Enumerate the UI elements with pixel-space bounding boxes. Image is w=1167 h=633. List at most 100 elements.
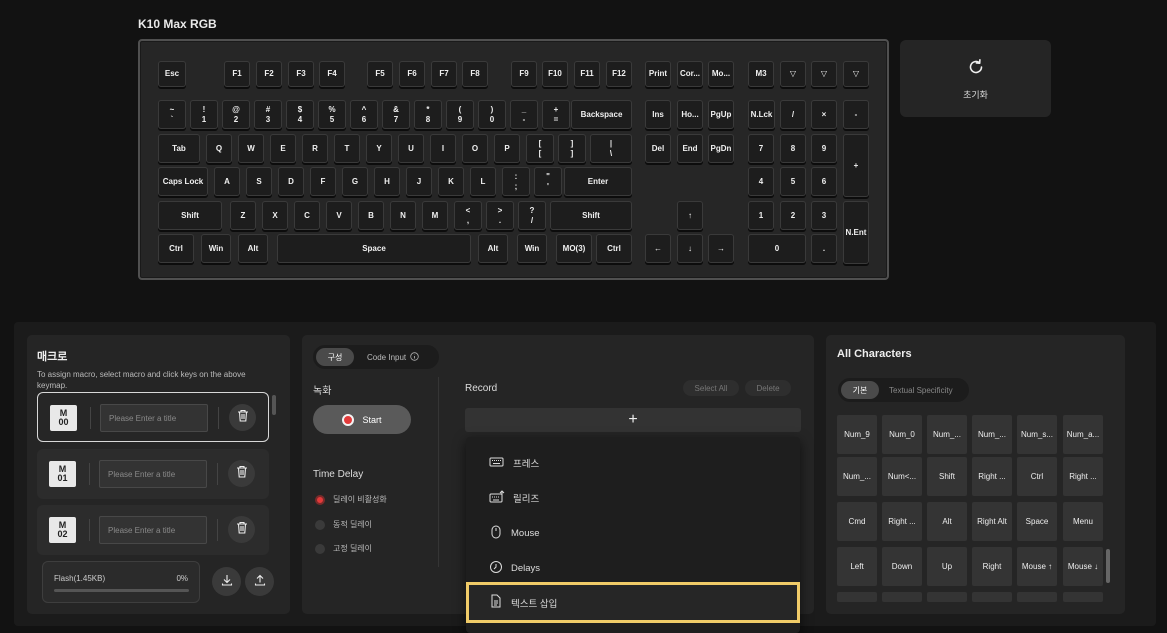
key[interactable]: ↑	[677, 201, 703, 230]
character-key[interactable]: Num_...	[927, 415, 967, 454]
key[interactable]: @ 2	[222, 100, 250, 129]
key[interactable]: T	[334, 134, 360, 163]
key[interactable]: L	[470, 167, 496, 196]
macro-slot-00[interactable]: M 00	[37, 392, 269, 442]
menu-item-mouse[interactable]: Mouse	[466, 516, 800, 550]
key[interactable]: % 5	[318, 100, 346, 129]
key[interactable]: Cor...	[677, 61, 703, 87]
key[interactable]: Del	[645, 134, 671, 163]
key[interactable]: I	[430, 134, 456, 163]
macro-slot-01[interactable]: M 01	[37, 449, 269, 499]
add-action-button[interactable]: +	[465, 408, 801, 432]
reset-button[interactable]: 초기화	[900, 40, 1051, 117]
character-key[interactable]: Num_...	[837, 457, 877, 496]
key[interactable]: Ins	[645, 100, 671, 129]
key[interactable]: 3	[811, 201, 837, 230]
character-key-partial[interactable]	[837, 592, 877, 602]
key[interactable]: ~ `	[158, 100, 186, 129]
key[interactable]: & 7	[382, 100, 410, 129]
key[interactable]: Tab	[158, 134, 200, 163]
start-record-button[interactable]: Start	[313, 405, 411, 434]
key[interactable]: Z	[230, 201, 256, 230]
key[interactable]: Ctrl	[596, 234, 632, 263]
key[interactable]: U	[398, 134, 424, 163]
character-key[interactable]: Num_0	[882, 415, 922, 454]
key[interactable]: _ -	[510, 100, 538, 129]
key[interactable]: ▽	[780, 61, 806, 87]
character-key[interactable]: Num_9	[837, 415, 877, 454]
key[interactable]: Shift	[550, 201, 632, 230]
key[interactable]: PgDn	[708, 134, 734, 163]
key[interactable]: 8	[780, 134, 806, 163]
key[interactable]: →	[708, 234, 734, 263]
macro-scrollbar[interactable]	[272, 395, 276, 415]
key[interactable]: F1	[224, 61, 250, 87]
key[interactable]: F3	[288, 61, 314, 87]
select-all-button[interactable]: Select All	[683, 380, 739, 396]
key[interactable]: ) 0	[478, 100, 506, 129]
character-key[interactable]: Cmd	[837, 502, 877, 541]
key[interactable]: Win	[517, 234, 547, 263]
character-key[interactable]: Mouse ↑	[1017, 547, 1057, 586]
macro-slot-02[interactable]: M 02	[37, 505, 269, 555]
delete-macro-button[interactable]	[229, 404, 256, 431]
key[interactable]: F11	[574, 61, 600, 87]
key[interactable]: Mo...	[708, 61, 734, 87]
character-key[interactable]: Right ...	[972, 457, 1012, 496]
key[interactable]: [ [	[526, 134, 554, 163]
key[interactable]: B	[358, 201, 384, 230]
key[interactable]: .	[811, 234, 837, 263]
key[interactable]: ( 9	[446, 100, 474, 129]
character-key[interactable]: Alt	[927, 502, 967, 541]
menu-item-delays[interactable]: Delays	[466, 551, 800, 585]
character-key[interactable]: Space	[1017, 502, 1057, 541]
character-key[interactable]: Menu	[1063, 502, 1103, 541]
key[interactable]: 2	[780, 201, 806, 230]
key[interactable]: + =	[542, 100, 570, 129]
key[interactable]: Alt	[478, 234, 508, 263]
key[interactable]: 0	[748, 234, 806, 263]
key[interactable]: F	[310, 167, 336, 196]
key[interactable]: ←	[645, 234, 671, 263]
key[interactable]: 7	[748, 134, 774, 163]
key[interactable]: G	[342, 167, 368, 196]
key[interactable]: Enter	[564, 167, 632, 196]
key[interactable]: ? /	[518, 201, 546, 230]
key[interactable]: N	[390, 201, 416, 230]
key[interactable]: W	[238, 134, 264, 163]
key[interactable]: D	[278, 167, 304, 196]
key[interactable]: 5	[780, 167, 806, 196]
key[interactable]: " '	[534, 167, 562, 196]
key[interactable]: $ 4	[286, 100, 314, 129]
key[interactable]: ↓	[677, 234, 703, 263]
key[interactable]: N.Lck	[748, 100, 775, 129]
key[interactable]: F2	[256, 61, 282, 87]
key[interactable]: > .	[486, 201, 514, 230]
key[interactable]: * 8	[414, 100, 442, 129]
key[interactable]: Win	[201, 234, 231, 263]
key[interactable]: Space	[277, 234, 471, 263]
key[interactable]: Caps Lock	[158, 167, 208, 196]
menu-item-release[interactable]: 릴리즈	[466, 481, 800, 515]
key[interactable]: ! 1	[190, 100, 218, 129]
key[interactable]: C	[294, 201, 320, 230]
key[interactable]: MO(3)	[556, 234, 592, 263]
tab-textual-specificity[interactable]: Textual Specificity	[889, 378, 953, 402]
key[interactable]: F10	[542, 61, 568, 87]
key[interactable]: K	[438, 167, 464, 196]
key[interactable]: PgUp	[708, 100, 734, 129]
key[interactable]: F5	[367, 61, 393, 87]
key[interactable]: S	[246, 167, 272, 196]
key[interactable]: Alt	[238, 234, 268, 263]
character-key[interactable]: Down	[882, 547, 922, 586]
key[interactable]: 4	[748, 167, 774, 196]
delay-option-fixed[interactable]: 고정 딜레이	[315, 543, 372, 554]
upload-button[interactable]	[245, 567, 274, 596]
menu-item-insert-text[interactable]: 텍스트 삽입	[466, 582, 800, 623]
key[interactable]: End	[677, 134, 703, 163]
delete-macro-button[interactable]	[228, 460, 255, 487]
character-key[interactable]: Right ...	[1063, 457, 1103, 496]
delay-option-dynamic[interactable]: 동적 딜레이	[315, 519, 372, 530]
key[interactable]: < ,	[454, 201, 482, 230]
character-key[interactable]: Right Alt	[972, 502, 1012, 541]
